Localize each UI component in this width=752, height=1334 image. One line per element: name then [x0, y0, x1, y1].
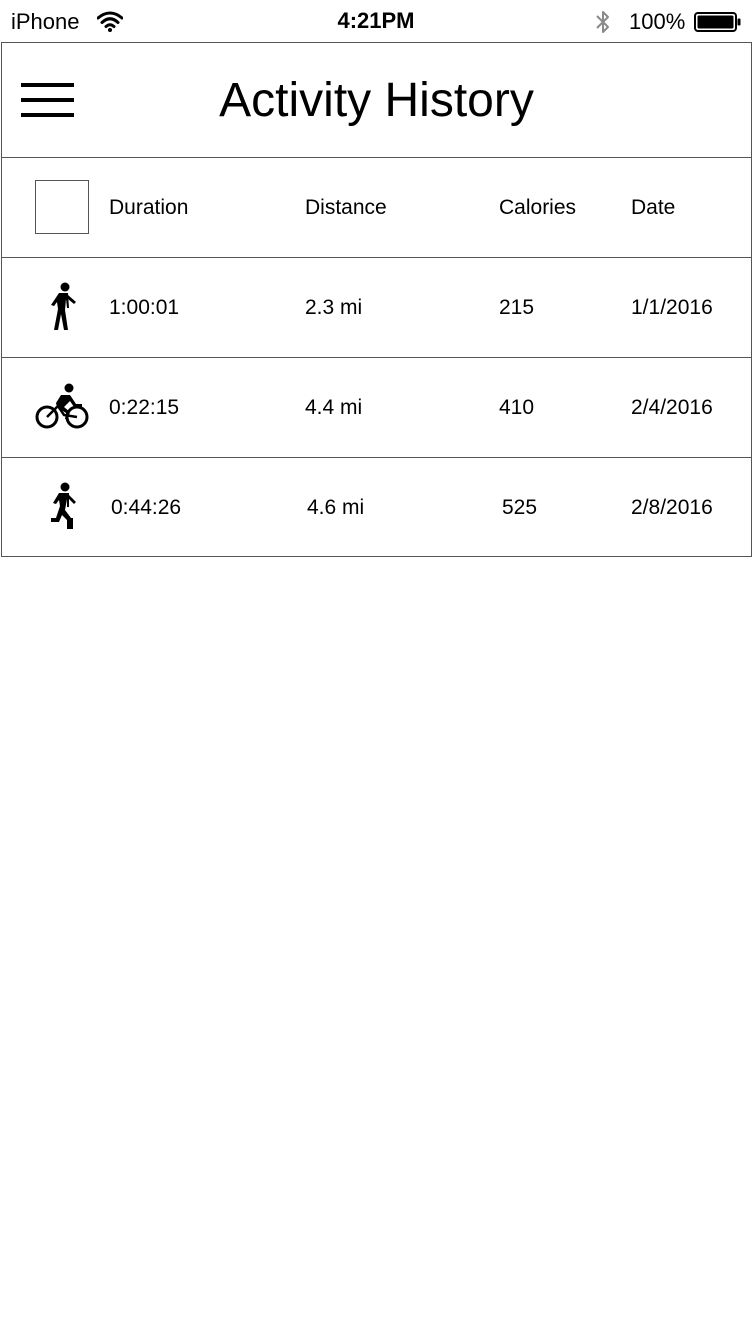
bluetooth-icon	[596, 11, 609, 33]
battery-percentage: 100%	[629, 9, 686, 34]
row-date: 2/4/2016	[631, 396, 713, 419]
battery-full-icon	[694, 12, 741, 32]
column-header-distance[interactable]: Distance	[305, 195, 387, 221]
table-row[interactable]: 0:44:26 4.6 mi 525 2/8/2016	[2, 458, 751, 557]
table-row[interactable]: 0:22:15 4.4 mi 410 2/4/2016	[2, 358, 751, 458]
row-duration: 1:00:01	[109, 296, 180, 319]
column-header-calories[interactable]: Calories	[499, 195, 576, 221]
page-title: Activity History	[219, 74, 534, 127]
row-distance: 2.3 mi	[305, 296, 363, 319]
row-calories: 525	[502, 496, 538, 519]
table-row[interactable]: 1:00:01 2.3 mi 215 1/1/2016	[2, 258, 751, 358]
column-header-date[interactable]: Date	[631, 195, 675, 221]
row-date: 1/1/2016	[631, 296, 713, 319]
app-header: Activity History	[2, 43, 751, 158]
row-calories: 215	[499, 296, 535, 319]
select-all-checkbox[interactable]	[35, 180, 89, 234]
walking-icon	[51, 282, 76, 330]
row-duration: 0:44:26	[111, 496, 182, 519]
activity-history-card: Activity History Duration Distance Calor…	[1, 42, 752, 557]
row-duration: 0:22:15	[109, 396, 180, 419]
status-bar: iPhone 4:21PM 100%	[0, 0, 752, 42]
column-header-duration[interactable]: Duration	[109, 195, 188, 221]
row-calories: 410	[499, 396, 535, 419]
table-header-row: Duration Distance Calories Date	[2, 158, 751, 258]
row-distance: 4.6 mi	[307, 496, 365, 519]
row-date: 2/8/2016	[631, 496, 713, 519]
cycling-icon	[35, 383, 89, 429]
running-icon	[51, 482, 76, 529]
row-distance: 4.4 mi	[305, 396, 363, 419]
